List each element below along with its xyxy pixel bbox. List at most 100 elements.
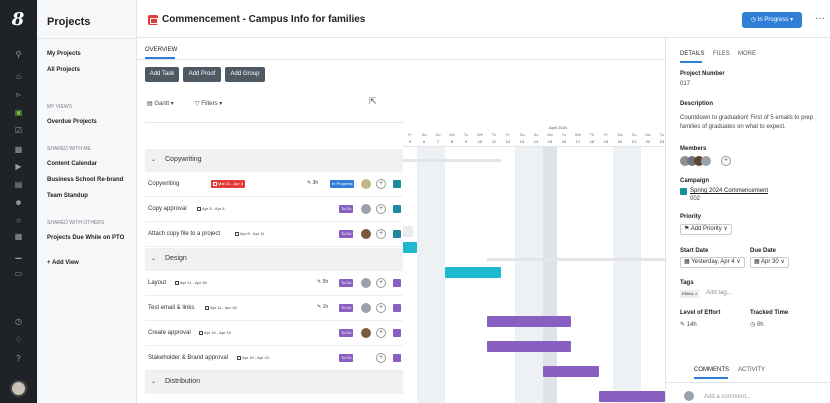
campaign-link[interactable]: Spring 2024 Commencement (690, 188, 768, 194)
nav-item-business-school[interactable]: Business School Re-brand (47, 177, 123, 183)
people-icon[interactable]: ☻ (0, 196, 37, 210)
table-row[interactable]: Stakeholder & Brand approval Apr 19 - Ap… (145, 346, 403, 371)
megaphone-icon[interactable]: ▹ (0, 88, 37, 102)
task-bar[interactable] (403, 242, 417, 253)
nav-item-pto[interactable]: Projects Due While on PTO (47, 235, 124, 241)
app-logo[interactable]: 8 (6, 8, 30, 32)
search-icon[interactable]: ⚲ (0, 48, 37, 62)
avatar[interactable] (361, 303, 371, 313)
avatar[interactable] (361, 328, 371, 338)
date-range[interactable]: Apr 8 - Apr 11 (233, 230, 266, 238)
current-user-avatar[interactable] (10, 380, 27, 397)
start-date-dropdown[interactable]: ▦ Yesterday, Apr 4 ∨ (680, 257, 745, 268)
calendar-icon[interactable]: ▤ (0, 178, 37, 192)
add-assignee-icon[interactable]: + (376, 353, 386, 363)
task-bar[interactable] (445, 267, 501, 278)
nav-item-overdue-projects[interactable]: Overdue Projects (47, 119, 97, 125)
date-range[interactable]: Apr 5 - Apr 5 (195, 205, 226, 213)
print-icon[interactable]: ▦ (0, 143, 37, 157)
task-bar[interactable] (543, 366, 599, 377)
task-name[interactable]: Copy approval (148, 206, 187, 212)
add-assignee-icon[interactable]: + (376, 303, 386, 313)
due-date-dropdown[interactable]: ▦ Apr 30 ∨ (750, 257, 789, 268)
gantt-chart[interactable]: April 2024 Fr 5 Sa 6 Su 7 Mo 8 Tu 9 We 10 Th 11 Fr 12 Sa… (403, 122, 665, 403)
filters-dropdown[interactable]: ▽ Filters ▾ (195, 100, 222, 107)
gantt-view-select[interactable]: ▤ Gantt ▾ (147, 100, 174, 107)
bell-icon[interactable]: ♢ (0, 333, 37, 347)
add-assignee-icon[interactable]: + (376, 204, 386, 214)
add-tag-input[interactable]: Add tag... (706, 290, 732, 296)
status-badge[interactable]: To Do (339, 279, 354, 287)
date-range[interactable]: Apr 11 - Apr 18 (203, 304, 239, 312)
help-icon[interactable]: ? (0, 352, 37, 366)
nav-item-my-projects[interactable]: My Projects (47, 51, 81, 57)
status-badge[interactable]: To Do (339, 329, 354, 337)
avatar[interactable] (361, 278, 371, 288)
table-row[interactable]: Test email & links Apr 11 - Apr 18 ✎ 1h … (145, 296, 403, 321)
tasks-icon[interactable]: ▶ (0, 160, 37, 174)
tab-more[interactable]: MORE (738, 51, 756, 57)
table-row[interactable]: Layout Apr 11 - Apr 18 ✎ 5h To Do + (145, 271, 403, 296)
task-name[interactable]: Layout (148, 280, 166, 286)
description-text[interactable]: Countdown to graduation! First of 5 emai… (680, 114, 820, 132)
add-view-button[interactable]: + Add View (47, 260, 79, 266)
chevron-down-icon[interactable]: ⌄ (151, 156, 156, 163)
add-assignee-icon[interactable]: + (376, 278, 386, 288)
add-member-icon[interactable]: + (721, 156, 731, 166)
task-name[interactable]: Stakeholder & Brand approval (148, 355, 228, 361)
status-badge[interactable]: In Progress (330, 180, 355, 188)
effort-value[interactable]: ✎ 14h (680, 321, 697, 328)
avatar[interactable] (361, 229, 371, 239)
status-dropdown[interactable]: ◷ In Progress ▾ (742, 12, 802, 28)
table-row[interactable]: Copywriting Mar 11 - Apr 4 ✎ 3h In Progr… (145, 172, 403, 197)
date-range[interactable]: Mar 11 - Apr 4 (211, 180, 246, 188)
tab-files[interactable]: FILES (713, 51, 730, 57)
task-bar[interactable] (487, 316, 571, 327)
group-row-copywriting[interactable]: ⌄ Copywriting (145, 149, 403, 172)
clock-icon[interactable]: ◷ (0, 315, 37, 329)
task-bar[interactable] (403, 226, 413, 237)
task-name[interactable]: Copywriting (148, 181, 179, 187)
grid-icon[interactable]: ▦ (0, 230, 37, 244)
table-row[interactable]: Attach copy file to a project Apr 8 - Ap… (145, 222, 403, 247)
date-range[interactable]: Apr 11 - Apr 18 (173, 279, 209, 287)
add-assignee-icon[interactable]: + (376, 179, 386, 189)
tab-comments[interactable]: COMMENTS (694, 367, 729, 373)
add-proof-button[interactable]: Add Proof (183, 67, 221, 82)
group-row-design[interactable]: ⌄ Design (145, 248, 403, 271)
nav-item-content-calendar[interactable]: Content Calendar (47, 161, 97, 167)
avatar[interactable] (361, 204, 371, 214)
projects-icon[interactable]: ▣ (0, 106, 37, 120)
add-group-button[interactable]: Add Group (225, 67, 265, 82)
task-name[interactable]: Attach copy file to a project (148, 231, 220, 237)
tab-activity[interactable]: ACTIVITY (738, 367, 765, 373)
task-bar[interactable] (599, 391, 665, 402)
user-icon[interactable]: ○ (0, 214, 37, 228)
status-badge[interactable]: To Do (339, 354, 354, 362)
chevron-down-icon[interactable]: ⌄ (151, 255, 156, 262)
status-badge[interactable]: To Do (339, 205, 354, 213)
comment-input[interactable]: Add a comment... (704, 394, 751, 400)
task-name[interactable]: Create approval (148, 330, 191, 336)
reports-icon[interactable]: ▁ (0, 248, 37, 262)
priority-dropdown[interactable]: ⚑ Add Priority ∨ (680, 224, 732, 235)
avatar[interactable] (361, 179, 371, 189)
add-assignee-icon[interactable]: + (376, 229, 386, 239)
avatar[interactable] (701, 156, 711, 166)
tab-overview[interactable]: OVERVIEW (145, 47, 177, 53)
tracked-time-value[interactable]: ◷ 0h (750, 321, 764, 328)
home-icon[interactable]: ⌂ (0, 70, 37, 84)
date-range[interactable]: Apr 19 - Apr 23 (235, 354, 271, 362)
approvals-icon[interactable]: ☑ (0, 124, 37, 138)
add-task-button[interactable]: Add Task (145, 67, 179, 82)
tag-chip[interactable]: EMAIL × (680, 290, 700, 298)
date-range[interactable]: Apr 15 - Apr 19 (197, 329, 233, 337)
file-icon[interactable]: ▭ (0, 267, 37, 281)
tab-details[interactable]: DETAILS (680, 51, 705, 57)
chevron-down-icon[interactable]: ⌄ (151, 378, 156, 385)
nav-item-team-standup[interactable]: Team Standup (47, 193, 88, 199)
nav-item-all-projects[interactable]: All Projects (47, 67, 80, 73)
status-badge[interactable]: To Do (339, 304, 354, 312)
task-bar[interactable] (487, 341, 571, 352)
status-badge[interactable]: To Do (339, 230, 354, 238)
